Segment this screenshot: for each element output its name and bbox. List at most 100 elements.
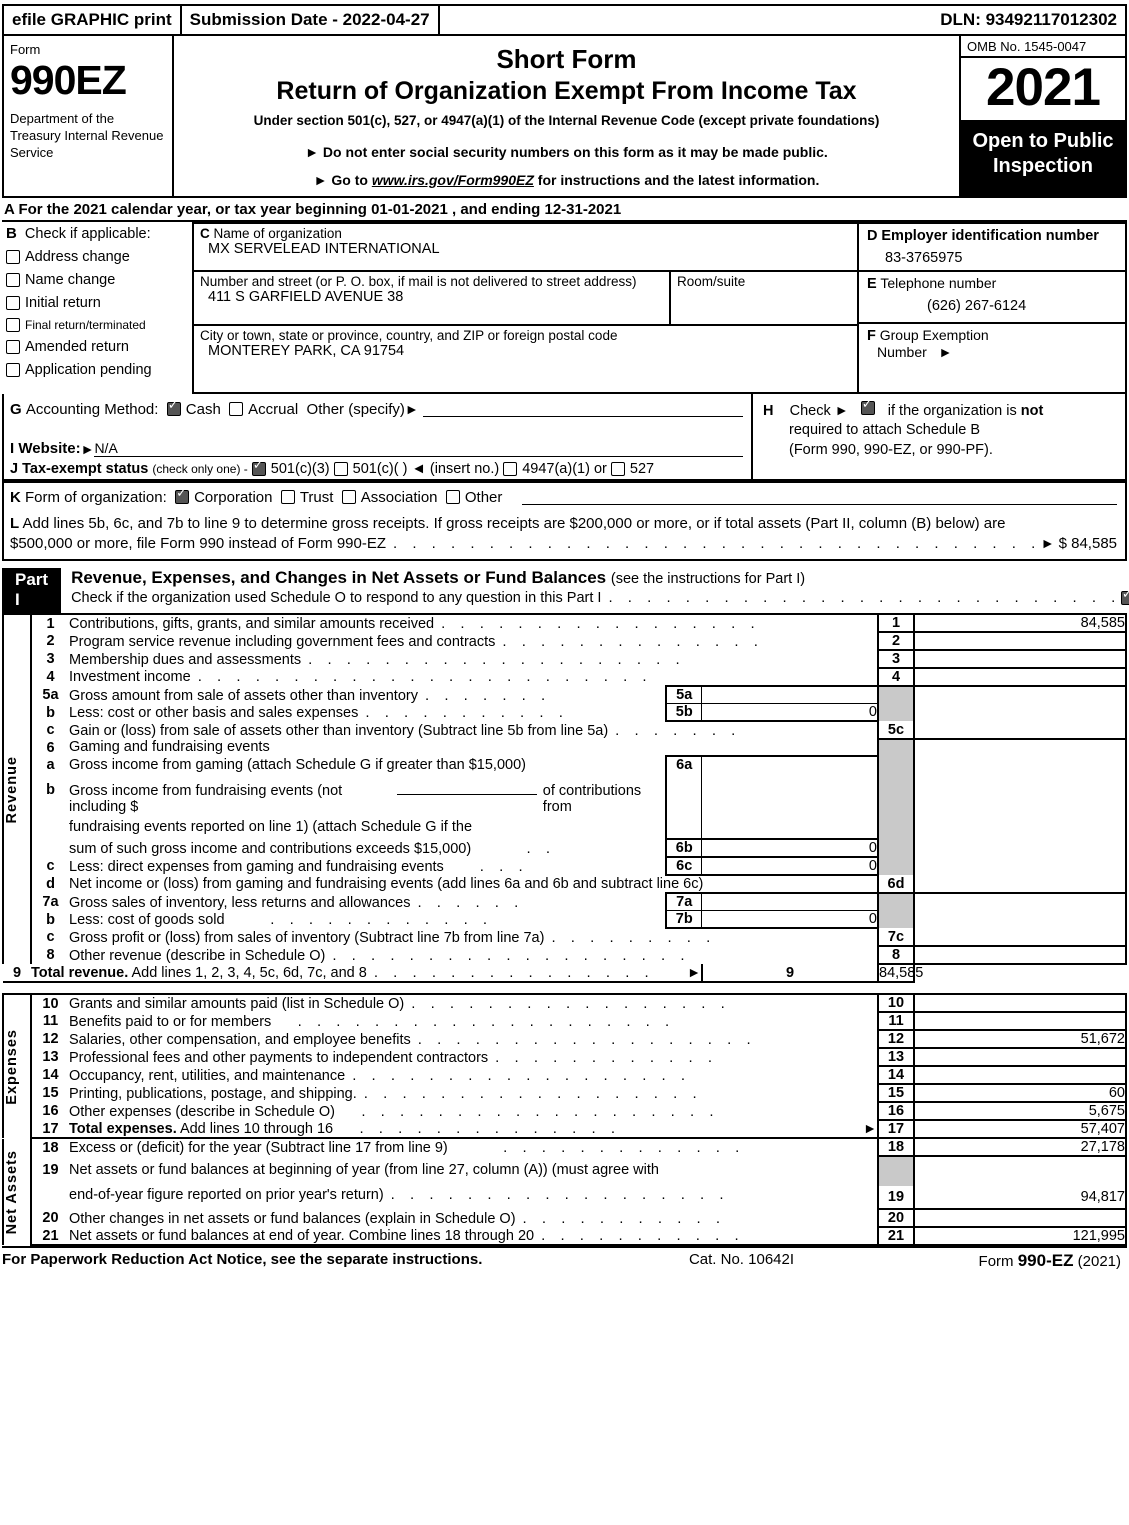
checkbox-other-org-icon[interactable] — [445, 490, 460, 505]
leader-dots: . . — [478, 839, 556, 857]
line-amount[interactable] — [914, 632, 1127, 652]
checkbox-icon[interactable] — [6, 295, 20, 310]
line-text: Gross income from gaming (attach Schedul… — [69, 756, 526, 773]
line-inner-amount[interactable]: 0 — [701, 856, 880, 877]
line-amount[interactable] — [914, 650, 1127, 670]
checkbox-icon[interactable] — [6, 317, 20, 332]
line-inner-amount[interactable] — [701, 755, 880, 774]
other-method-input[interactable] — [422, 402, 743, 417]
checkbox-address-change[interactable]: Address change — [6, 249, 188, 265]
line-amount[interactable] — [914, 1066, 1127, 1086]
line-amount[interactable] — [914, 1209, 1127, 1229]
line-amount-empty — [914, 893, 1127, 911]
org-name-value[interactable]: MX SERVELEAD INTERNATIONAL — [200, 241, 851, 257]
line-inner-amount[interactable] — [701, 685, 880, 704]
other-org-input[interactable] — [522, 490, 1117, 505]
line-amount[interactable]: 27,178 — [914, 1139, 1127, 1158]
line-desc: Other expenses (describe in Schedule O) … — [69, 1102, 878, 1120]
checkbox-4947a1-icon[interactable] — [503, 461, 518, 476]
line-desc: end-of-year figure reported on prior yea… — [69, 1186, 878, 1209]
line-inner-amount[interactable]: 0 — [701, 838, 880, 859]
checkbox-final-return[interactable]: Final return/terminated — [6, 317, 188, 332]
org-city-value[interactable]: MONTEREY PARK, CA 91754 — [200, 343, 851, 359]
irs-form-link[interactable]: www.irs.gov/Form990EZ — [372, 172, 534, 188]
line-amount[interactable] — [914, 946, 1127, 966]
line-amount[interactable] — [914, 993, 1127, 1014]
goto-pre: Go to — [331, 171, 372, 188]
opt-527-label: 527 — [629, 460, 655, 477]
triangle-right-icon: ► — [938, 343, 953, 360]
line-amount[interactable] — [914, 721, 1127, 741]
schedule-b-text-not: not — [1020, 402, 1044, 419]
line-amount[interactable] — [914, 928, 1127, 948]
line-amount[interactable]: 94,817 — [914, 1186, 1127, 1211]
website-value[interactable]: N/A — [94, 440, 743, 457]
checkbox-icon[interactable] — [6, 362, 20, 377]
checkbox-schedule-b-icon[interactable] — [860, 397, 875, 415]
line-desc: Benefits paid to or for members . . . . … — [69, 1012, 878, 1030]
leader-dots: . . . . . . — [417, 893, 524, 911]
leader-dots: . . . . . . . . . . . . — [231, 911, 493, 928]
checkbox-application-pending[interactable]: Application pending — [6, 362, 188, 378]
line-amount[interactable]: 5,675 — [914, 1102, 1127, 1122]
line-amount[interactable]: 121,995 — [914, 1227, 1127, 1247]
checkbox-trust-icon[interactable] — [280, 490, 295, 505]
line-box-no: 8 — [877, 946, 915, 966]
line-box-no: 10 — [877, 993, 915, 1014]
table-row: Expenses 10 Grants and similar amounts p… — [2, 993, 1127, 1139]
line-inner-amount[interactable]: 0 — [701, 910, 880, 930]
checkbox-association-icon[interactable] — [341, 490, 356, 505]
checkbox-527-icon[interactable] — [610, 461, 625, 476]
line-amount[interactable] — [914, 1012, 1127, 1032]
checkbox-amended-return[interactable]: Amended return — [6, 339, 188, 355]
checkbox-initial-return[interactable]: Initial return — [6, 295, 188, 311]
line-inner-amount[interactable]: 0 — [701, 703, 880, 723]
line-box-no: 15 — [877, 1084, 915, 1104]
line-amount[interactable]: 57,407 — [914, 1120, 1127, 1140]
form-pre: Form — [978, 1253, 1018, 1271]
section-c-address: C Name of organization MX SERVELEAD INTE… — [192, 221, 859, 394]
line-amount[interactable]: 60 — [914, 1084, 1127, 1104]
line-amount[interactable]: 51,672 — [914, 1030, 1127, 1050]
line-no: 9 — [3, 964, 31, 984]
checkbox-icon[interactable] — [6, 249, 20, 264]
line-desc: Total expenses. Add lines 10 through 16 … — [69, 1120, 878, 1140]
line-no: 17 — [31, 1120, 69, 1140]
checkbox-name-change[interactable]: Name change — [6, 272, 188, 288]
phone-label-text: Telephone number — [880, 274, 997, 291]
line-amount[interactable] — [914, 875, 1127, 895]
checkbox-501c3-icon[interactable] — [251, 458, 266, 476]
checkbox-schedule-o-icon[interactable] — [1120, 587, 1129, 605]
org-room-cell: Room/suite — [669, 271, 857, 324]
checkbox-label: Name change — [25, 271, 116, 288]
section-g-letter: G — [10, 400, 22, 418]
checkbox-icon[interactable] — [6, 339, 20, 354]
line-amount[interactable] — [914, 668, 1127, 688]
part-i-title-block: Revenue, Expenses, and Changes in Net As… — [71, 568, 1129, 606]
omb-year-block: OMB No. 1545-0047 2021 Open to Public In… — [959, 36, 1125, 196]
leader-dots: . . . . . . . . . . . . . . — [340, 1120, 621, 1138]
checkbox-accrual-icon[interactable] — [229, 402, 244, 417]
line-text: Occupancy, rent, utilities, and maintena… — [69, 1067, 346, 1084]
gross-receipts-text1: Add lines 5b, 6c, and 7b to line 9 to de… — [22, 514, 1006, 532]
line-inner-amount[interactable] — [701, 892, 880, 911]
line-no: 5a — [42, 687, 59, 703]
org-street-value[interactable]: 411 S GARFIELD AVENUE 38 — [200, 289, 663, 305]
line-amount[interactable] — [914, 1048, 1127, 1068]
table-row: 20 Other changes in net assets or fund b… — [3, 1209, 1127, 1229]
checkbox-icon[interactable] — [6, 272, 20, 287]
line-amount[interactable]: 84,585 — [914, 613, 1127, 634]
line-box-no: 13 — [877, 1048, 915, 1068]
phone-value[interactable]: (626) 267-6124 — [867, 292, 1119, 314]
leader-dots: . . . . . . . . . . . — [522, 1209, 726, 1227]
trust-label: Trust — [299, 488, 334, 506]
checkbox-corporation-icon[interactable] — [175, 486, 190, 505]
line-text: Printing, publications, postage, and shi… — [69, 1085, 357, 1102]
checkbox-501c-icon[interactable] — [333, 461, 348, 476]
checkbox-cash-icon[interactable] — [166, 398, 181, 417]
ein-value[interactable]: 83-3765975 — [867, 244, 1119, 266]
group-exemption-label-text: Group Exemption — [879, 326, 989, 343]
fundraising-amount-input[interactable] — [397, 779, 537, 796]
line-box-no: 14 — [877, 1066, 915, 1086]
line-amount[interactable]: 84,585 — [878, 964, 923, 984]
